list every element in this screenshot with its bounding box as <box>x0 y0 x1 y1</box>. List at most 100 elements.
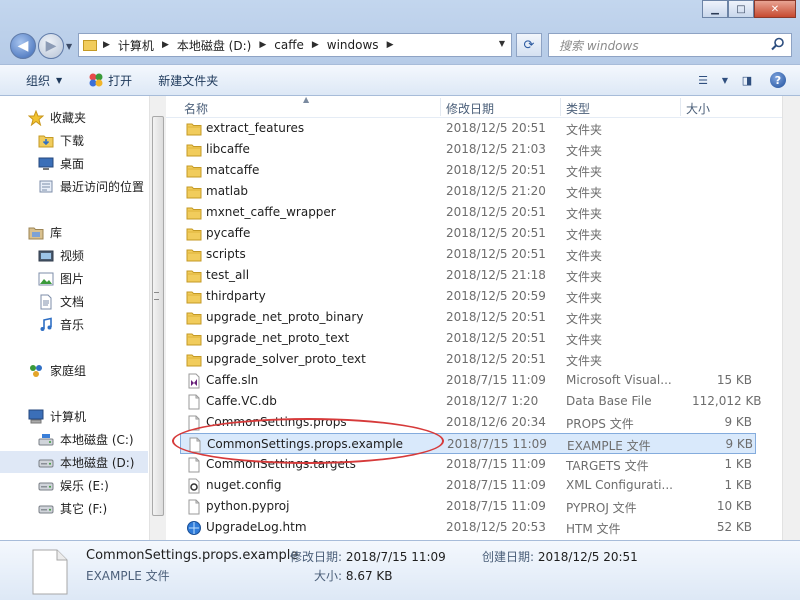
file-size: 9 KB <box>724 415 752 429</box>
breadcrumb-item[interactable]: windows <box>327 38 379 52</box>
new-folder-button[interactable]: 新建文件夹 <box>158 72 218 89</box>
file-name: extract_features <box>206 121 305 135</box>
nav-item[interactable]: 最近访问的位置 <box>0 175 148 197</box>
view-options-dropdown[interactable]: ▼ <box>718 69 732 91</box>
file-type: 文件夹 <box>566 123 603 137</box>
new-folder-label: 新建文件夹 <box>158 73 219 88</box>
preview-pane-icon: ◨ <box>741 73 753 87</box>
nav-item[interactable]: 计算机 <box>0 405 148 427</box>
refresh-button[interactable]: ⟳ <box>516 33 542 57</box>
address-bar[interactable]: ▶ 计算机 ▶ 本地磁盘 (D:) ▶ caffe ▶ windows ▶ ▼ <box>78 33 512 57</box>
file-name: pycaffe <box>206 226 251 240</box>
navigation-pane: 收藏夹 下载 桌面 最近访问的位置库视频图片 文档 音乐家庭组计算机 本地磁盘 (C:) 本地… <box>0 96 166 540</box>
column-name[interactable]: 名称 <box>184 100 208 117</box>
maximize-button[interactable]: □ <box>728 0 754 18</box>
file-row[interactable]: matcaffe 2018/12/5 20:51 文件夹 <box>180 160 756 181</box>
file-name: CommonSettings.props.example <box>207 437 404 451</box>
chevron-right-icon[interactable]: ▶ <box>312 40 319 50</box>
column-divider[interactable] <box>680 98 681 116</box>
file-row[interactable]: pycaffe 2018/12/5 20:51 文件夹 <box>180 223 756 244</box>
nav-item[interactable]: 娱乐 (E:) <box>0 474 148 496</box>
file-name: upgrade_net_proto_text <box>206 331 350 345</box>
file-row[interactable]: libcaffe 2018/12/5 21:03 文件夹 <box>180 139 756 160</box>
file-date-modified: 2018/12/5 20:51 <box>446 205 546 219</box>
column-divider[interactable] <box>440 98 441 116</box>
recent-pages-dropdown[interactable]: ▼ <box>66 42 72 51</box>
file-row[interactable]: upgrade_net_proto_text 2018/12/5 20:51 文件夹 <box>180 328 756 349</box>
change-view-button[interactable]: ☰ <box>688 69 718 91</box>
nav-item[interactable]: 文档 <box>0 290 148 312</box>
chevron-right-icon[interactable]: ▶ <box>387 40 394 50</box>
folder-icon <box>186 184 202 199</box>
column-headers: 名称 ▲ 修改日期 类型 大小 <box>166 95 782 118</box>
open-button[interactable]: 打开 <box>88 72 132 89</box>
nav-item[interactable]: 其它 (F:) <box>0 497 148 519</box>
chevron-right-icon[interactable]: ▶ <box>259 40 266 50</box>
nav-item[interactable]: 库 <box>0 221 148 243</box>
file-row[interactable]: nuget.config 2018/7/15 11:09 XML Configura… <box>180 475 756 496</box>
file-icon <box>186 457 202 473</box>
file-row[interactable]: scripts 2018/12/5 20:51 文件夹 <box>180 244 756 265</box>
nav-item[interactable]: 桌面 <box>0 152 148 174</box>
file-row[interactable]: mxnet_caffe_wrapper 2018/12/5 20:51 文件夹 <box>180 202 756 223</box>
file-row[interactable]: UpgradeLog.htm 2018/12/5 20:53 HTM 文件 52 KB <box>180 517 756 538</box>
nav-item[interactable]: 本地磁盘 (C:) <box>0 428 148 450</box>
file-type: 文件夹 <box>566 186 603 200</box>
file-row[interactable]: python.pyproj 2018/7/15 11:09 PYPROJ 文件 10 … <box>180 496 756 517</box>
file-list-scrollbar[interactable] <box>782 96 800 540</box>
column-divider[interactable] <box>560 98 561 116</box>
file-row[interactable]: test_all 2018/12/5 21:18 文件夹 <box>180 265 756 286</box>
column-size[interactable]: 大小 <box>686 100 710 117</box>
file-row[interactable]: extract_features 2018/12/5 20:51 文件夹 <box>180 118 756 139</box>
search-input[interactable]: 搜索 windows <box>548 33 792 57</box>
column-type[interactable]: 类型 <box>566 100 590 117</box>
sort-arrow-icon: ▲ <box>303 95 310 104</box>
forward-button[interactable]: ▶ <box>38 33 64 59</box>
folder-icon <box>186 268 202 283</box>
file-row[interactable]: Caffe.sln 2018/7/15 11:09 Microsoft Visual… <box>180 370 756 391</box>
chevron-right-icon[interactable]: ▶ <box>162 40 169 50</box>
navigation-scrollbar[interactable] <box>149 96 166 540</box>
file-row[interactable]: CommonSettings.props.example 2018/7/15 11… <box>180 433 756 454</box>
file-large-icon <box>32 549 68 595</box>
address-history-dropdown[interactable]: ▼ <box>499 39 505 48</box>
document-icon <box>38 294 54 310</box>
file-name: CommonSettings.targets <box>206 457 356 471</box>
breadcrumb-item[interactable]: 计算机 <box>118 37 154 54</box>
file-row[interactable]: CommonSettings.targets 2018/7/15 11:09 TAR… <box>180 454 756 475</box>
file-row[interactable]: Caffe.VC.db 2018/12/7 1:20 Data Base File 1… <box>180 391 762 412</box>
close-icon: ✕ <box>770 3 780 15</box>
file-list: 名称 ▲ 修改日期 类型 大小 extract_features 2018/12/… <box>166 95 800 540</box>
chevron-right-icon[interactable]: ▶ <box>103 40 110 50</box>
nav-item[interactable]: 家庭组 <box>0 359 148 381</box>
scrollbar-thumb[interactable] <box>152 116 164 516</box>
picture-icon <box>38 271 54 286</box>
nav-item[interactable]: 下载 <box>0 129 148 151</box>
help-icon[interactable]: ? <box>770 72 786 88</box>
nav-item[interactable]: 收藏夹 <box>0 106 148 128</box>
preview-pane-button[interactable]: ◨ <box>732 69 762 91</box>
file-row[interactable]: matlab 2018/12/5 21:20 文件夹 <box>180 181 756 202</box>
search-icon[interactable] <box>771 37 785 51</box>
nav-item[interactable]: 音乐 <box>0 313 148 335</box>
nav-item-label: 本地磁盘 (D:) <box>60 455 135 470</box>
organize-button[interactable]: 组织 ▼ <box>26 72 62 89</box>
breadcrumb-item[interactable]: caffe <box>274 38 304 52</box>
folder-icon <box>186 142 202 157</box>
breadcrumb-item[interactable]: 本地磁盘 (D:) <box>177 37 251 54</box>
file-row[interactable]: upgrade_solver_proto_text 2018/12/5 20:51… <box>180 349 756 370</box>
close-button[interactable]: ✕ <box>754 0 796 18</box>
column-date-modified[interactable]: 修改日期 <box>446 100 494 117</box>
file-size: 1 KB <box>724 457 752 471</box>
nav-item[interactable]: 图片 <box>0 267 148 289</box>
file-row[interactable]: upgrade_net_proto_binary 2018/12/5 20:51 文… <box>180 307 756 328</box>
file-name: matcaffe <box>206 163 260 177</box>
file-row[interactable]: thirdparty 2018/12/5 20:59 文件夹 <box>180 286 756 307</box>
nav-item[interactable]: 视频 <box>0 244 148 266</box>
file-name: Caffe.VC.db <box>206 394 277 408</box>
file-row[interactable]: CommonSettings.props 2018/12/6 20:34 PROPS… <box>180 412 756 433</box>
nav-item-label: 视频 <box>60 248 85 263</box>
back-button[interactable]: ◀ <box>10 33 36 59</box>
nav-item[interactable]: 本地磁盘 (D:) <box>0 451 148 473</box>
minimize-button[interactable]: ▁ <box>702 0 728 18</box>
